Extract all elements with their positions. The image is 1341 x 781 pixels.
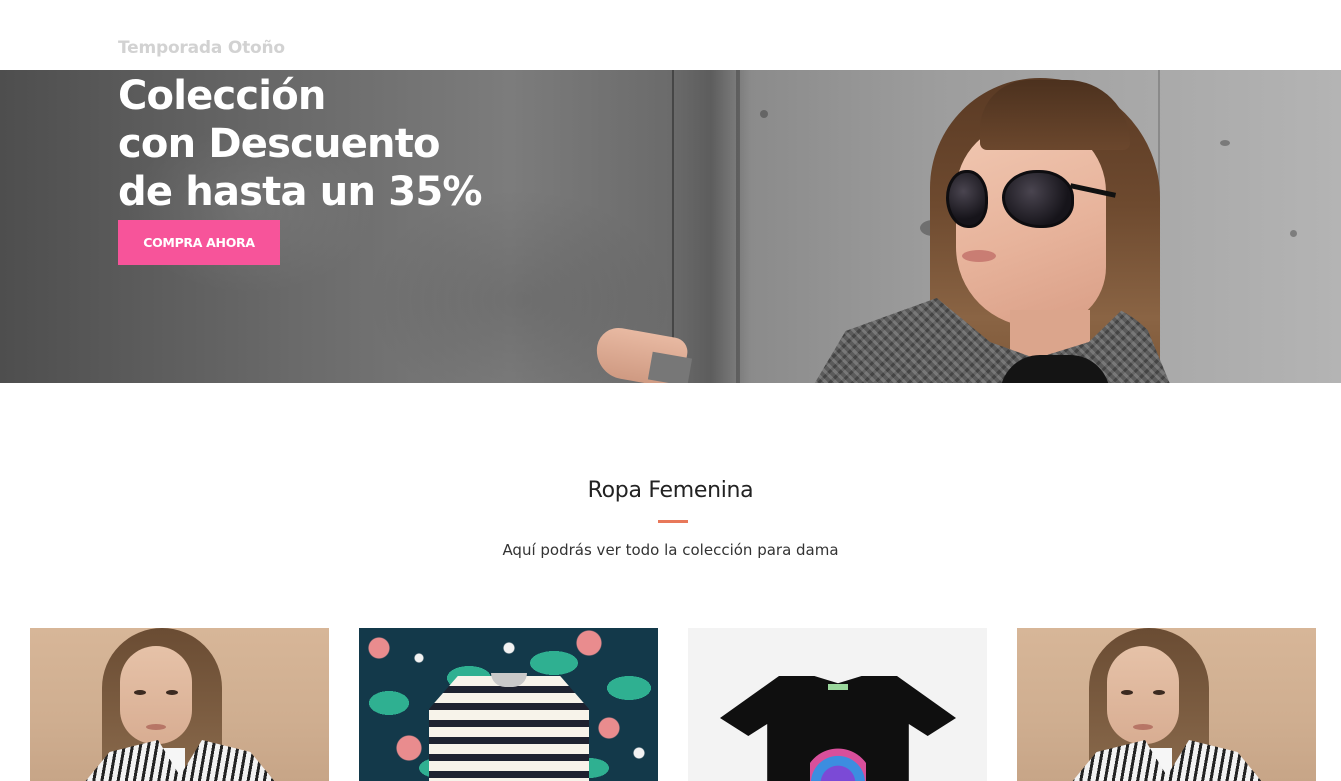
hero-heading-line: Colección xyxy=(118,73,326,119)
sunglasses-lens xyxy=(1002,170,1074,228)
model-eye xyxy=(1121,690,1133,695)
hero-heading-line: de hasta un 35% xyxy=(118,169,482,215)
wall-texture xyxy=(1290,230,1297,237)
product-card[interactable] xyxy=(688,628,987,781)
tshirt-print xyxy=(810,743,866,781)
product-card[interactable] xyxy=(30,628,329,781)
hero-heading: Colección con Descuento de hasta un 35% xyxy=(118,72,638,216)
hero-season-label: Temporada Otoño xyxy=(118,38,285,58)
wall-seam xyxy=(736,70,740,383)
wall-seam xyxy=(672,70,674,383)
section-subtitle: Aquí podrás ver todo la colección para d… xyxy=(502,541,839,559)
model-hair xyxy=(980,80,1130,150)
model-eye xyxy=(166,690,178,695)
hero-heading-line: con Descuento xyxy=(118,121,441,167)
model-lips xyxy=(146,724,166,730)
sunglasses-lens xyxy=(946,170,988,228)
product-card[interactable] xyxy=(1017,628,1316,781)
model-lips xyxy=(962,250,996,262)
striped-sweater xyxy=(429,676,589,781)
shop-now-button[interactable]: COMPRA AHORA xyxy=(118,220,280,265)
tshirt-label xyxy=(828,684,848,690)
section-title: Ropa Femenina xyxy=(587,478,754,503)
product-card[interactable] xyxy=(359,628,658,781)
model-eye xyxy=(1153,690,1165,695)
model-lips xyxy=(1133,724,1153,730)
section-divider xyxy=(658,520,688,523)
wall-texture xyxy=(760,110,768,118)
model-eye xyxy=(134,690,146,695)
wall-texture xyxy=(1220,140,1230,146)
